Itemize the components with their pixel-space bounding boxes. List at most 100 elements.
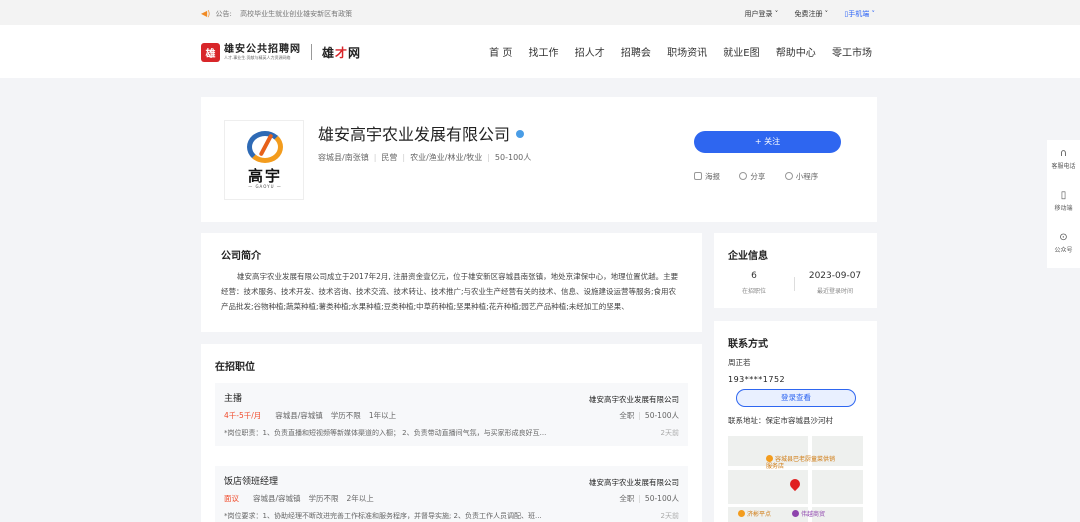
poi-dot-icon xyxy=(738,510,745,517)
company-location: 容城县/南张镇 xyxy=(318,153,369,162)
register-link[interactable]: 免费注册 ˅ xyxy=(794,10,828,18)
entinfo-title: 企业信息 xyxy=(728,251,768,262)
company-industry: 农业/渔业/林业/牧业 xyxy=(397,153,482,162)
job-location: 容城县/容城镇 xyxy=(253,494,301,503)
nav-job-fair[interactable]: 招聘会 xyxy=(621,48,651,59)
jobs-title: 在招职位 xyxy=(215,362,255,373)
map-poi-label: 济彬平点 xyxy=(747,511,772,518)
map-poi: 济彬平点 xyxy=(738,510,771,518)
share-button[interactable]: 分享 xyxy=(739,172,765,181)
open-jobs-stat: 6 在招职位 xyxy=(714,271,794,295)
nav-help[interactable]: 帮助中心 xyxy=(776,48,816,59)
company-logo: 高宇 — GAOYU — xyxy=(224,120,304,200)
job-education: 学历不限 xyxy=(308,494,339,503)
last-login-stat: 2023-09-07 最近登录时间 xyxy=(795,271,875,295)
logo-text: 雄安公共招聘网 人才.事业生.贡献与精英人力资源网络 xyxy=(224,44,301,61)
job-company[interactable]: 雄安高宇农业发展有限公司 xyxy=(589,477,679,488)
contact-card: 联系方式 周正若 193****1752 登录查看 联系地址：保定市容城县沙河村… xyxy=(714,321,877,522)
nav-hire[interactable]: 招人才 xyxy=(575,48,605,59)
login-link[interactable]: 用户登录 ˅ xyxy=(744,10,778,18)
brand2-a: 雄 xyxy=(322,45,336,60)
open-jobs-label: 在招职位 xyxy=(741,288,766,295)
follow-button[interactable]: + 关注 xyxy=(694,131,841,153)
contact-phone: 193****1752 xyxy=(728,375,786,384)
last-login-date: 2023-09-07 xyxy=(808,271,862,281)
job-company-size: 50-100人 xyxy=(634,494,679,503)
poster-button[interactable]: 海报 xyxy=(694,172,720,181)
job-description: *岗位职责：1、负责直播和短视频等新媒体渠道的入橱； 2、负责带动直播间气氛，与… xyxy=(224,429,547,437)
speaker-icon: ◀) xyxy=(201,9,211,18)
poi-dot-icon xyxy=(766,455,773,462)
contact-title: 联系方式 xyxy=(728,339,768,350)
share-label: 分享 xyxy=(750,172,766,181)
job-meta: 面议 容城县/容城镇 学历不限 2年以上 xyxy=(224,493,374,504)
poster-icon xyxy=(694,172,702,180)
header: 雄 雄安公共招聘网 人才.事业生.贡献与精英人力资源网络 雄才网 首 页 找工作… xyxy=(0,25,1080,78)
nav-gig-market[interactable]: 零工市场 xyxy=(832,48,872,59)
mobile-label: 移动端 xyxy=(1054,205,1073,212)
intro-text: 雄安高宇农业发展有限公司成立于2017年2月, 注册资金壹亿元，位于雄安新区容城… xyxy=(221,272,679,311)
wechat-official-button[interactable]: ⊙ 公众号 xyxy=(1047,232,1080,254)
map-road xyxy=(728,504,863,507)
company-name-text: 雄安高宇农业发展有限公司 xyxy=(318,125,511,144)
notice[interactable]: ◀) 公告: 高校毕业生就业创业雄安新区有政策 xyxy=(201,9,352,19)
share-row: 海报 分享 小程序 xyxy=(694,171,835,182)
job-salary: 面议 xyxy=(224,494,239,503)
company-tags: 容城县/南张镇民营农业/渔业/林业/牧业50-100人 xyxy=(318,152,531,163)
service-phone-button[interactable]: ∩ 客服电话 xyxy=(1047,148,1080,170)
nav-news[interactable]: 职场资讯 xyxy=(667,48,707,59)
company-logo-en: — GAOYU — xyxy=(248,184,282,189)
job-type: 全职 xyxy=(619,411,635,420)
company-logo-cn: 高宇 xyxy=(247,167,282,185)
contact-person: 周正若 xyxy=(728,358,751,367)
nav-find-job[interactable]: 找工作 xyxy=(529,48,559,59)
verified-icon xyxy=(516,130,525,138)
job-title[interactable]: 主播 xyxy=(224,391,242,404)
job-company-info: 全职50-100人 xyxy=(619,410,679,421)
logo-title: 雄安公共招聘网 xyxy=(224,43,301,55)
job-time: 2天前 xyxy=(660,512,679,520)
job-card[interactable]: 饭店领班经理 雄安高宇农业发展有限公司 面议 容城县/容城镇 学历不限 2年以上 全职… xyxy=(215,466,688,522)
miniprogram-button[interactable]: 小程序 xyxy=(784,172,818,181)
intro-title: 公司简介 xyxy=(221,251,261,262)
job-title[interactable]: 饭店领班经理 xyxy=(224,474,278,487)
job-company-size: 50-100人 xyxy=(634,411,679,420)
open-jobs-count: 6 xyxy=(751,271,757,281)
enterprise-info: 企业信息 6 在招职位 2023-09-07 最近登录时间 xyxy=(714,233,877,308)
job-company-info: 全职50-100人 xyxy=(619,493,679,504)
service-phone-label: 客服电话 xyxy=(1051,163,1076,170)
job-company[interactable]: 雄安高宇农业发展有限公司 xyxy=(589,394,679,405)
wechat-icon: ⊙ xyxy=(1059,232,1068,243)
nav-emap[interactable]: 就业E图 xyxy=(723,48,759,59)
mobile-button[interactable]: ▯ 移动端 xyxy=(1047,190,1080,212)
brand2-b: 才 xyxy=(335,45,349,60)
location-map[interactable]: 容城县巴老厨童菜供销服务店 济彬平点 伟越商贸 xyxy=(728,436,863,522)
nav-home[interactable]: 首 页 xyxy=(489,48,512,59)
job-salary: 4千-5千/月 xyxy=(224,411,262,420)
job-card[interactable]: 主播 雄安高宇农业发展有限公司 4千-5千/月 容城县/容城镇 学历不限 1年以上 全… xyxy=(215,383,688,446)
company-intro: 公司简介 雄安高宇农业发展有限公司成立于2017年2月, 注册资金壹亿元，位于雄… xyxy=(201,233,702,332)
job-experience: 1年以上 xyxy=(368,411,397,420)
job-list: 在招职位 主播 雄安高宇农业发展有限公司 4千-5千/月 容城县/容城镇 学历不限 1… xyxy=(201,344,702,522)
miniprogram-icon xyxy=(784,172,793,180)
last-login-label: 最近登录时间 xyxy=(816,288,853,295)
brand2-c: 网 xyxy=(348,45,362,60)
share-icon xyxy=(739,172,748,180)
logo-seal-icon: 雄 xyxy=(201,42,220,62)
wechat-label: 公众号 xyxy=(1054,247,1073,254)
job-type: 全职 xyxy=(619,494,635,503)
logo-divider xyxy=(311,44,312,60)
site-logo[interactable]: 雄 雄安公共招聘网 人才.事业生.贡献与精英人力资源网络 雄才网 xyxy=(201,41,361,63)
job-time: 2天前 xyxy=(660,429,679,437)
map-poi: 伟越商贸 xyxy=(792,510,825,518)
login-to-view-button[interactable]: 登录查看 xyxy=(736,389,856,407)
main-nav: 首 页 找工作 招人才 招聘会 职场资讯 就业E图 帮助中心 零工市场 xyxy=(476,44,872,59)
mobile-link[interactable]: ▯手机端 ˅ xyxy=(844,10,875,18)
job-description: *岗位要求：1、协助经理不断改进完善工作标准和服务程序，并督导实施; 2、负责工… xyxy=(224,512,542,520)
notice-text[interactable]: 高校毕业生就业创业雄安新区有政策 xyxy=(240,10,352,18)
floating-toolbar: ∩ 客服电话 ▯ 移动端 ⊙ 公众号 xyxy=(1047,140,1080,268)
map-poi: 容城县巴老厨童菜供销服务店 xyxy=(766,455,836,470)
job-education: 学历不限 xyxy=(330,411,361,420)
poi-dot-icon xyxy=(792,510,799,517)
headset-icon: ∩ xyxy=(1059,148,1068,159)
